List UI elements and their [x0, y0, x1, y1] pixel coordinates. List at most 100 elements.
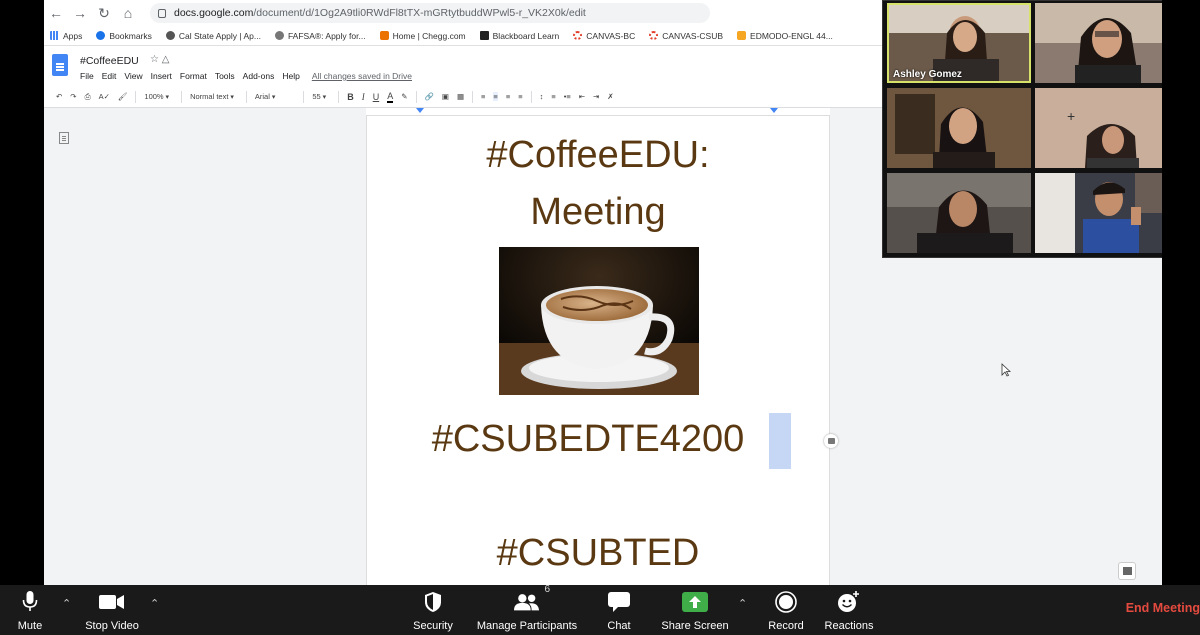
security-button[interactable]: Security: [408, 585, 458, 635]
align-left-icon[interactable]: ≡: [481, 92, 485, 101]
menu-format[interactable]: Format: [180, 71, 207, 81]
share-screen-label: Share Screen: [661, 620, 729, 632]
reactions-button[interactable]: Reactions: [822, 585, 876, 635]
manage-participants-button[interactable]: 6 Manage Participants: [472, 584, 582, 635]
menu-edit[interactable]: Edit: [102, 71, 117, 81]
menu-insert[interactable]: Insert: [151, 71, 172, 81]
indent-marker-right[interactable]: [770, 108, 778, 113]
document-outline-icon[interactable]: [59, 132, 69, 144]
text-color-icon[interactable]: A: [387, 91, 394, 103]
reload-icon[interactable]: ↻: [92, 2, 116, 24]
underline-button[interactable]: U: [373, 92, 380, 102]
share-screen-button[interactable]: Share Screen: [658, 585, 732, 635]
video-options-chevron-icon[interactable]: ⌃: [150, 597, 160, 610]
spellcheck-icon[interactable]: A✓: [99, 92, 110, 101]
video-tile[interactable]: [887, 173, 1031, 253]
share-options-chevron-icon[interactable]: ⌃: [738, 597, 748, 610]
bookmark-edmodo[interactable]: EDMODO-ENGL 44...: [737, 31, 833, 41]
numbered-list-icon[interactable]: ≡: [551, 92, 555, 101]
ruler[interactable]: [366, 108, 830, 116]
bookmark-fafsa[interactable]: FAFSA®: Apply for...: [274, 31, 366, 41]
forward-icon[interactable]: →: [68, 2, 92, 24]
bold-button[interactable]: B: [347, 92, 354, 102]
participant-video: [1035, 88, 1162, 168]
link-icon[interactable]: 🔗: [425, 92, 434, 101]
security-label: Security: [413, 620, 453, 632]
document-page[interactable]: #CoffeeEDU: Meeting #CSUBEDTE4200 #CSUBT…: [366, 116, 830, 585]
video-tile[interactable]: [1035, 3, 1162, 83]
justify-icon[interactable]: ≡: [518, 92, 522, 101]
align-center-icon[interactable]: ≡: [493, 92, 498, 101]
video-tile[interactable]: +: [1035, 88, 1162, 168]
redo-icon[interactable]: ↷: [70, 92, 76, 101]
undo-icon[interactable]: ↶: [56, 92, 62, 101]
decrease-indent-icon[interactable]: ⇤: [579, 92, 585, 101]
move-to-folder-icon[interactable]: △: [162, 54, 170, 65]
gallery-view[interactable]: Ashley Gomez +: [882, 0, 1162, 258]
bookmark-apps[interactable]: Apps: [50, 31, 82, 41]
participant-video: [1035, 3, 1162, 83]
increase-indent-icon[interactable]: ⇥: [593, 92, 599, 101]
style-select[interactable]: Normal text: [190, 92, 234, 101]
font-select[interactable]: Arial: [255, 92, 275, 101]
menu-file[interactable]: File: [80, 71, 94, 81]
zoom-select[interactable]: 100%: [144, 92, 169, 101]
chat-bubble-icon: [606, 590, 632, 614]
chegg-icon: [379, 31, 389, 40]
explore-button[interactable]: [1118, 562, 1136, 580]
doc-hashtag-program: #CSUBTED: [496, 532, 700, 574]
bookmark-chegg[interactable]: Home | Chegg.com: [379, 31, 466, 41]
stop-video-button[interactable]: Stop Video: [82, 585, 142, 635]
italic-button[interactable]: I: [362, 92, 365, 102]
video-tile[interactable]: [887, 88, 1031, 168]
globe-icon: [165, 31, 175, 40]
audio-options-chevron-icon[interactable]: ⌃: [62, 597, 72, 610]
menu-tools[interactable]: Tools: [215, 71, 235, 81]
address-bar[interactable]: docs.google.com/document/d/1Og2A9tli0RWd…: [150, 3, 710, 23]
clear-format-icon[interactable]: ✗: [607, 92, 613, 101]
record-label: Record: [768, 620, 804, 632]
doc-heading-line-2: Meeting: [530, 191, 666, 233]
bookmark-blackboard[interactable]: Blackboard Learn: [479, 31, 559, 41]
participant-count-badge: 6: [544, 584, 550, 595]
chat-button[interactable]: Chat: [600, 585, 638, 635]
bulleted-list-icon[interactable]: •≡: [564, 92, 571, 101]
line-spacing-icon[interactable]: ↕: [540, 92, 544, 101]
home-icon[interactable]: ⌂: [116, 2, 140, 24]
menu-help[interactable]: Help: [282, 71, 299, 81]
mute-button[interactable]: Mute: [14, 585, 46, 635]
bookmark-canvas-csub[interactable]: CANVAS-CSUB: [649, 31, 723, 41]
doc-title[interactable]: #CoffeeEDU: [80, 55, 139, 67]
video-tile[interactable]: [1035, 173, 1162, 253]
menu-addons[interactable]: Add-ons: [243, 71, 275, 81]
add-comment-button[interactable]: [824, 434, 838, 448]
menu-view[interactable]: View: [124, 71, 142, 81]
zoom-window: ← → ↻ ⌂ docs.google.com/document/d/1Og2A…: [0, 0, 1200, 635]
save-status[interactable]: All changes saved in Drive: [312, 71, 412, 81]
url-path: /document/d/1Og2A9tli0RWdFl8tTX-mGRtytbu…: [253, 7, 586, 19]
bookmark-bookmarks[interactable]: Bookmarks: [96, 31, 152, 41]
docs-logo-icon[interactable]: [52, 54, 68, 76]
highlight-icon[interactable]: ✎: [401, 92, 407, 101]
paint-format-icon[interactable]: 🖌: [118, 92, 128, 101]
edmodo-icon: [737, 31, 747, 40]
participants-icon: 6: [514, 584, 550, 614]
star-icon[interactable]: ☆: [150, 54, 159, 65]
bookmark-canvas-bc[interactable]: CANVAS-BC: [573, 31, 635, 41]
comment-icon[interactable]: ▣: [442, 92, 449, 101]
coffee-cup-image[interactable]: [499, 247, 699, 395]
indent-marker-left[interactable]: [416, 108, 424, 113]
participant-video: [1035, 173, 1162, 253]
record-icon: [773, 590, 799, 614]
record-button[interactable]: Record: [764, 585, 808, 635]
align-right-icon[interactable]: ≡: [506, 92, 510, 101]
print-icon[interactable]: ⎙: [85, 92, 91, 102]
font-size-select[interactable]: 55: [312, 92, 326, 101]
bookmark-cal-state[interactable]: Cal State Apply | Ap...: [165, 31, 261, 41]
lock-icon: [158, 8, 166, 18]
back-icon[interactable]: ←: [44, 2, 68, 24]
video-tile-active-speaker[interactable]: Ashley Gomez: [887, 3, 1031, 83]
image-icon[interactable]: ▦: [457, 92, 464, 101]
end-meeting-button[interactable]: End Meeting: [1126, 601, 1200, 615]
participant-name: Ashley Gomez: [893, 69, 962, 80]
